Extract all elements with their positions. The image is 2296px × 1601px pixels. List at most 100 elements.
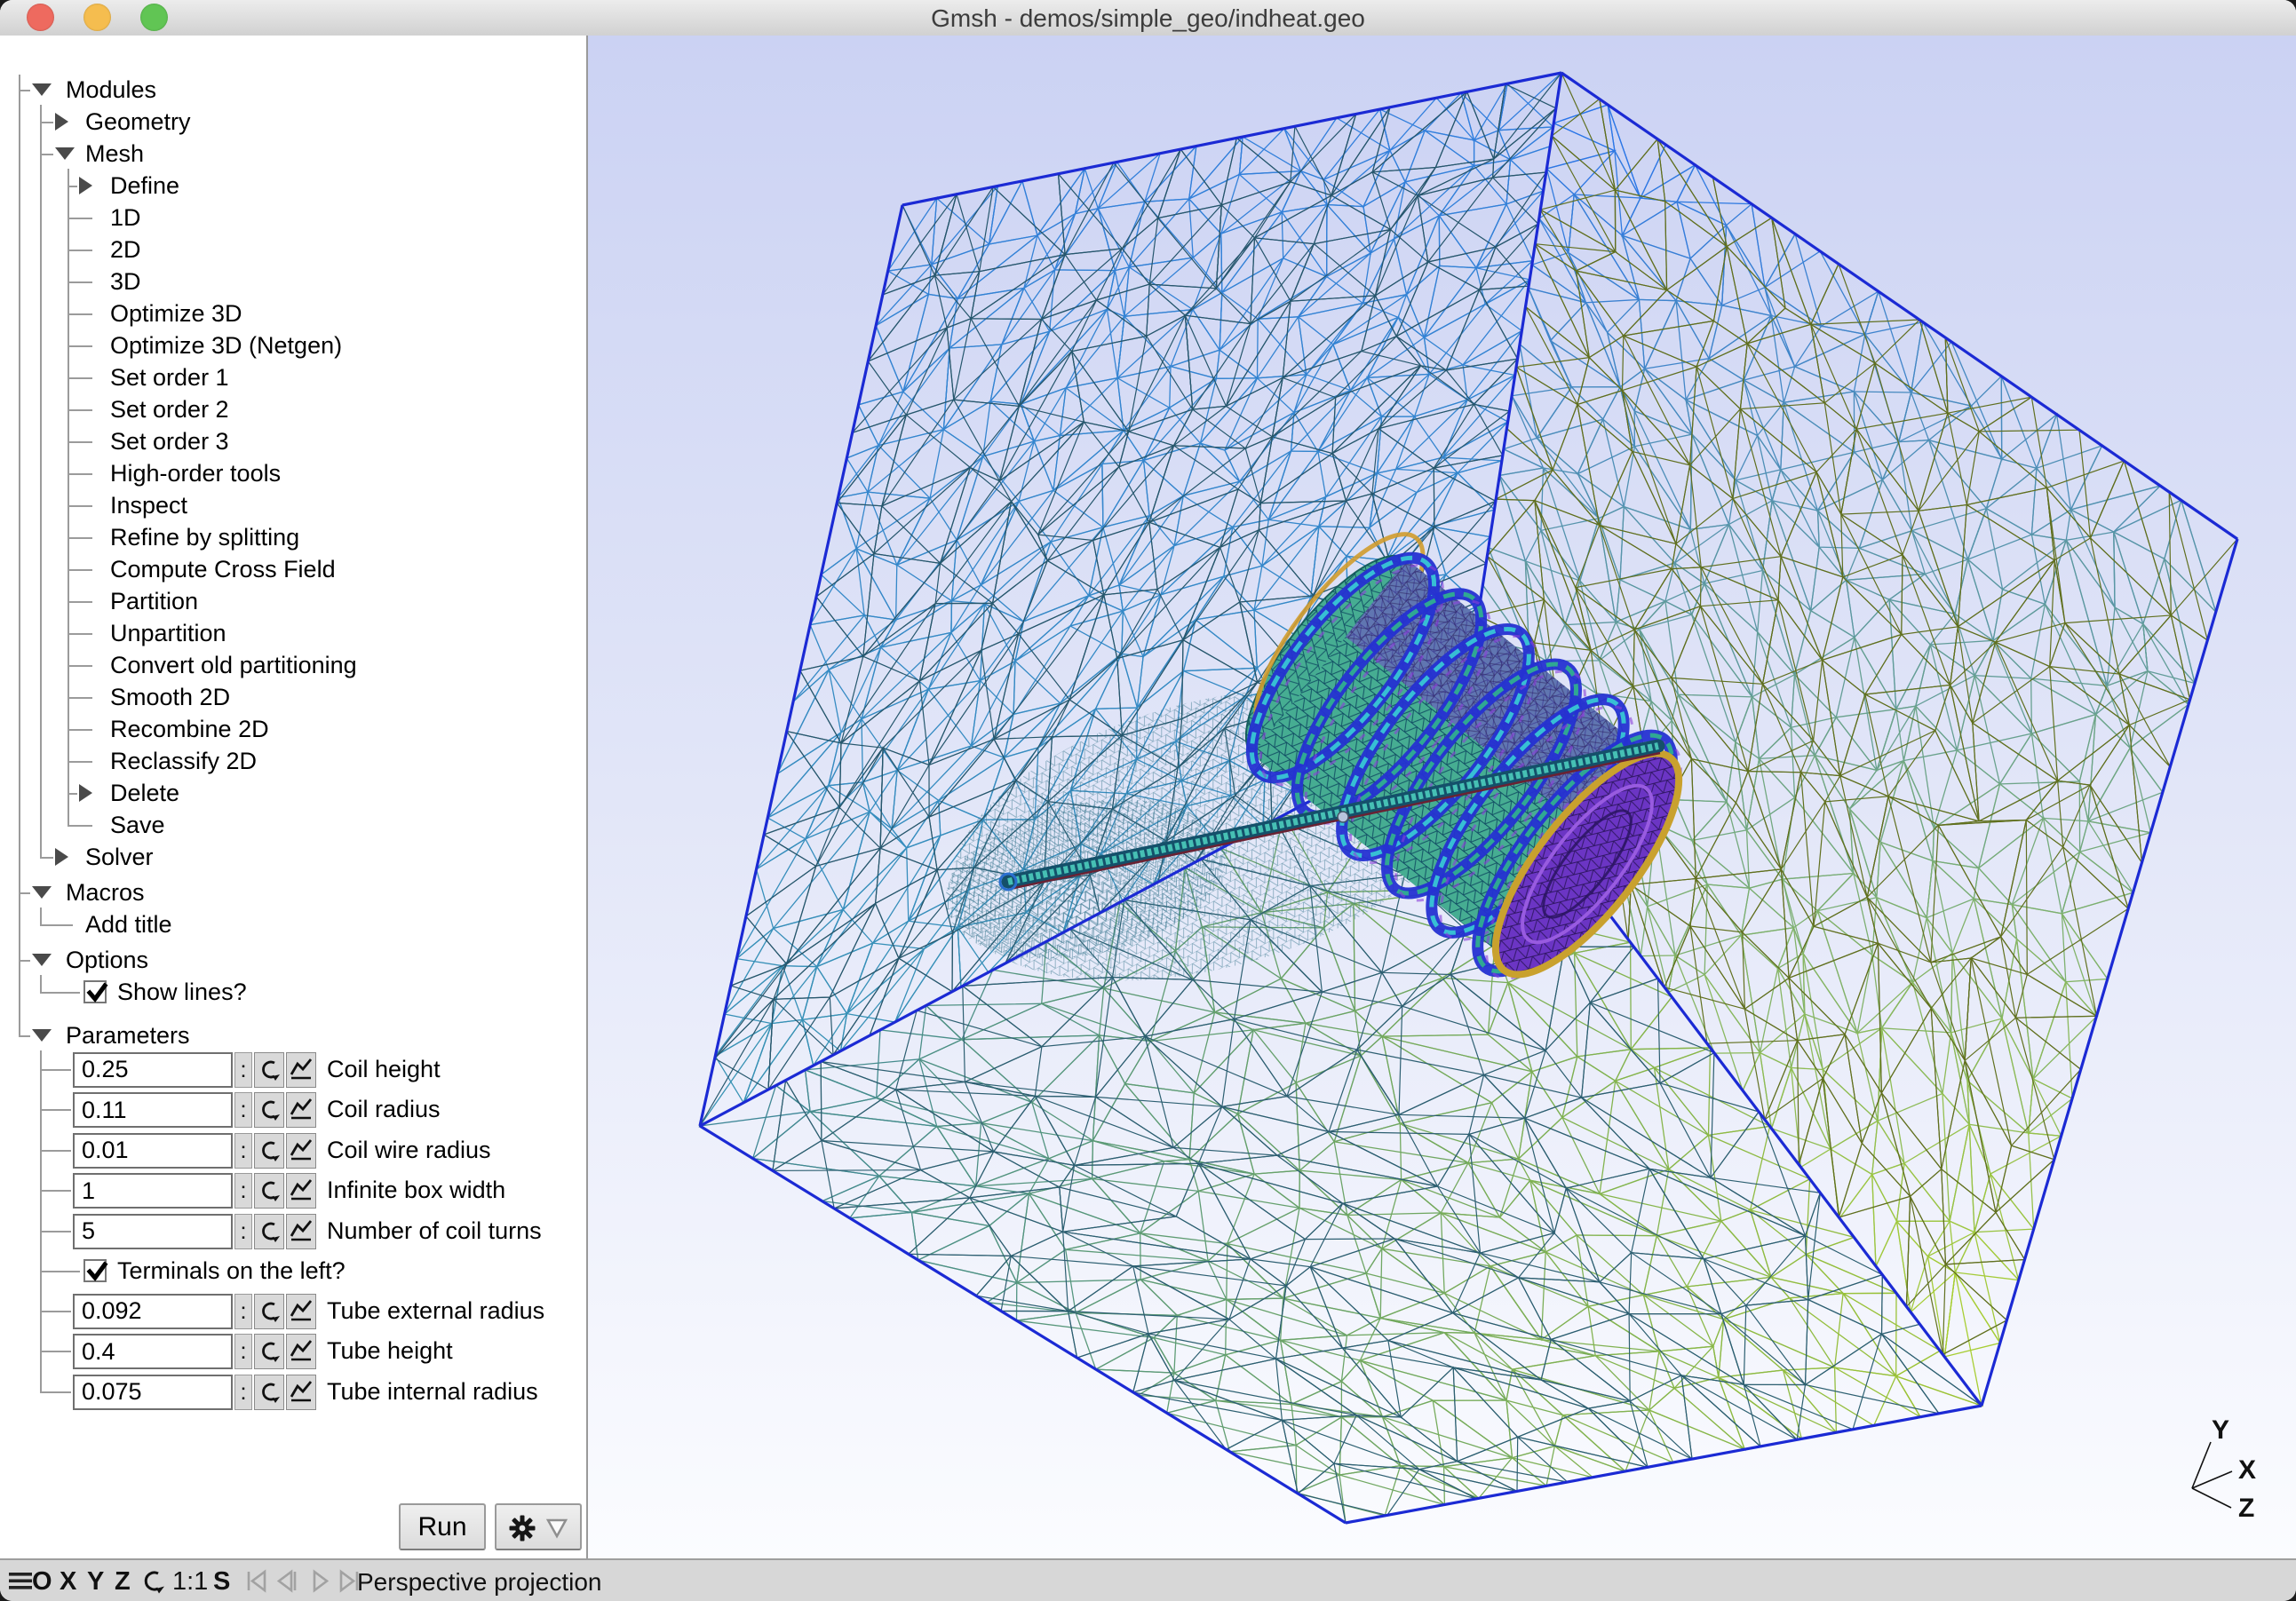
tree-connector	[40, 907, 42, 925]
tree-toggle-expanded[interactable]	[32, 954, 52, 966]
play-icon[interactable]	[306, 1566, 336, 1601]
tree-connector	[40, 1190, 71, 1192]
tree-item-label[interactable]: Optimize 3D	[110, 300, 242, 328]
tree-item-label[interactable]: Set order 3	[110, 428, 229, 456]
chart-icon[interactable]	[286, 1213, 316, 1249]
checkbox[interactable]	[83, 980, 108, 1003]
param-colon: :	[234, 1173, 252, 1209]
tree-item-label[interactable]: Convert old partitioning	[110, 652, 357, 679]
tree-item-label[interactable]: Add title	[85, 911, 172, 939]
refresh-icon[interactable]	[254, 1132, 284, 1169]
tree-item-label[interactable]: Solver	[85, 844, 154, 871]
param-input[interactable]	[73, 1051, 233, 1088]
param-input[interactable]	[73, 1334, 233, 1369]
refresh-icon[interactable]	[254, 1374, 284, 1410]
param-label: Coil radius	[327, 1096, 441, 1122]
tree-connector	[40, 1230, 71, 1232]
chart-icon[interactable]	[286, 1132, 316, 1169]
refresh-icon[interactable]	[254, 1293, 284, 1329]
tree-item-label[interactable]: Set order 2	[110, 396, 229, 424]
tree-toggle-collapsed[interactable]	[55, 113, 68, 131]
tree-item-label[interactable]: Recombine 2D	[110, 716, 269, 743]
hamburger-icon[interactable]	[7, 1566, 34, 1599]
tree-connector	[68, 537, 92, 539]
tree-item-label[interactable]: Modules	[66, 76, 156, 104]
tree-connector	[68, 697, 92, 699]
chart-icon[interactable]	[286, 1173, 316, 1209]
param-input[interactable]	[73, 1132, 233, 1169]
triangle-down-icon	[544, 1516, 569, 1548]
solver-options-button[interactable]	[495, 1503, 582, 1550]
tree-item-label[interactable]: Parameters	[66, 1022, 190, 1050]
tree-connector	[68, 569, 92, 571]
tree-connector	[68, 218, 92, 219]
tree-item-label[interactable]: Macros	[66, 879, 145, 907]
tree-item-label[interactable]: 1D	[110, 204, 141, 232]
checkbox-label[interactable]: Terminals on the left?	[117, 1257, 346, 1285]
checkbox-label[interactable]: Show lines?	[117, 979, 247, 1006]
tree-connector	[40, 1351, 71, 1352]
tree-item-label[interactable]: Refine by splitting	[110, 524, 299, 551]
refresh-icon[interactable]	[254, 1051, 284, 1088]
tree-item-label[interactable]: High-order tools	[110, 460, 281, 487]
chart-icon[interactable]	[286, 1293, 316, 1329]
refresh-icon[interactable]	[254, 1173, 284, 1209]
tree-item-label[interactable]: Reclassify 2D	[110, 748, 257, 775]
viewport-3d[interactable]: Y X Z	[588, 36, 2296, 1558]
scale-1-1-button[interactable]: 1:1	[172, 1567, 208, 1597]
tree-item-label[interactable]: Save	[110, 812, 165, 839]
tree-toggle-collapsed[interactable]	[55, 848, 68, 866]
tree-item-label[interactable]: Mesh	[85, 140, 144, 168]
tree-toggle-expanded[interactable]	[55, 147, 75, 160]
rotate-icon[interactable]	[139, 1566, 167, 1601]
tree-connector	[68, 313, 92, 315]
tree-item-label[interactable]: Options	[66, 947, 148, 974]
x-view-button[interactable]: X	[60, 1567, 76, 1597]
snap-button[interactable]: S	[213, 1567, 230, 1597]
tree-item-label[interactable]: Set order 1	[110, 364, 229, 392]
tree-connector	[40, 1050, 42, 1392]
tree-toggle-expanded[interactable]	[32, 886, 52, 899]
tree-toggle-collapsed[interactable]	[79, 177, 92, 194]
param-input[interactable]	[73, 1213, 233, 1249]
chart-icon[interactable]	[286, 1374, 316, 1410]
run-button[interactable]: Run	[399, 1503, 486, 1550]
skip-start-icon[interactable]	[242, 1566, 272, 1601]
tree-connector	[68, 601, 92, 603]
refresh-icon[interactable]	[254, 1213, 284, 1249]
tree-item-label[interactable]: Define	[110, 172, 179, 200]
origin-button[interactable]: O	[32, 1567, 52, 1597]
tree-item-label[interactable]: Unpartition	[110, 620, 226, 647]
refresh-icon[interactable]	[254, 1092, 284, 1128]
param-input[interactable]	[73, 1173, 233, 1209]
tree-toggle-expanded[interactable]	[32, 83, 52, 96]
param-input[interactable]	[73, 1374, 233, 1410]
tree-item-label[interactable]: Compute Cross Field	[110, 556, 336, 583]
param-input[interactable]	[73, 1293, 233, 1329]
param-input[interactable]	[73, 1092, 233, 1128]
param-label: Coil wire radius	[327, 1136, 491, 1163]
param-label: Tube height	[327, 1337, 453, 1364]
tree-item-label[interactable]: 3D	[110, 268, 141, 296]
tree-connector	[68, 186, 77, 187]
chart-icon[interactable]	[286, 1051, 316, 1088]
tree-item-label[interactable]: Optimize 3D (Netgen)	[110, 332, 342, 360]
step-back-icon[interactable]	[272, 1566, 302, 1601]
tree-item-label[interactable]: Geometry	[85, 108, 191, 136]
param-label: Infinite box width	[327, 1177, 506, 1203]
refresh-icon[interactable]	[254, 1334, 284, 1369]
y-view-button[interactable]: Y	[87, 1567, 104, 1597]
z-view-button[interactable]: Z	[115, 1567, 131, 1597]
tree-item-label[interactable]: Smooth 2D	[110, 684, 230, 711]
param-label: Coil height	[327, 1055, 441, 1082]
tree-item-label[interactable]: Partition	[110, 588, 198, 615]
tree-item-label[interactable]: 2D	[110, 236, 141, 264]
tree-toggle-collapsed[interactable]	[79, 784, 92, 802]
tree-item-label[interactable]: Inspect	[110, 492, 187, 519]
tree-toggle-expanded[interactable]	[32, 1028, 52, 1042]
chart-icon[interactable]	[286, 1092, 316, 1128]
tree-item-label[interactable]: Delete	[110, 780, 179, 807]
checkbox[interactable]	[83, 1259, 108, 1282]
tree-connector	[68, 729, 92, 731]
chart-icon[interactable]	[286, 1334, 316, 1369]
